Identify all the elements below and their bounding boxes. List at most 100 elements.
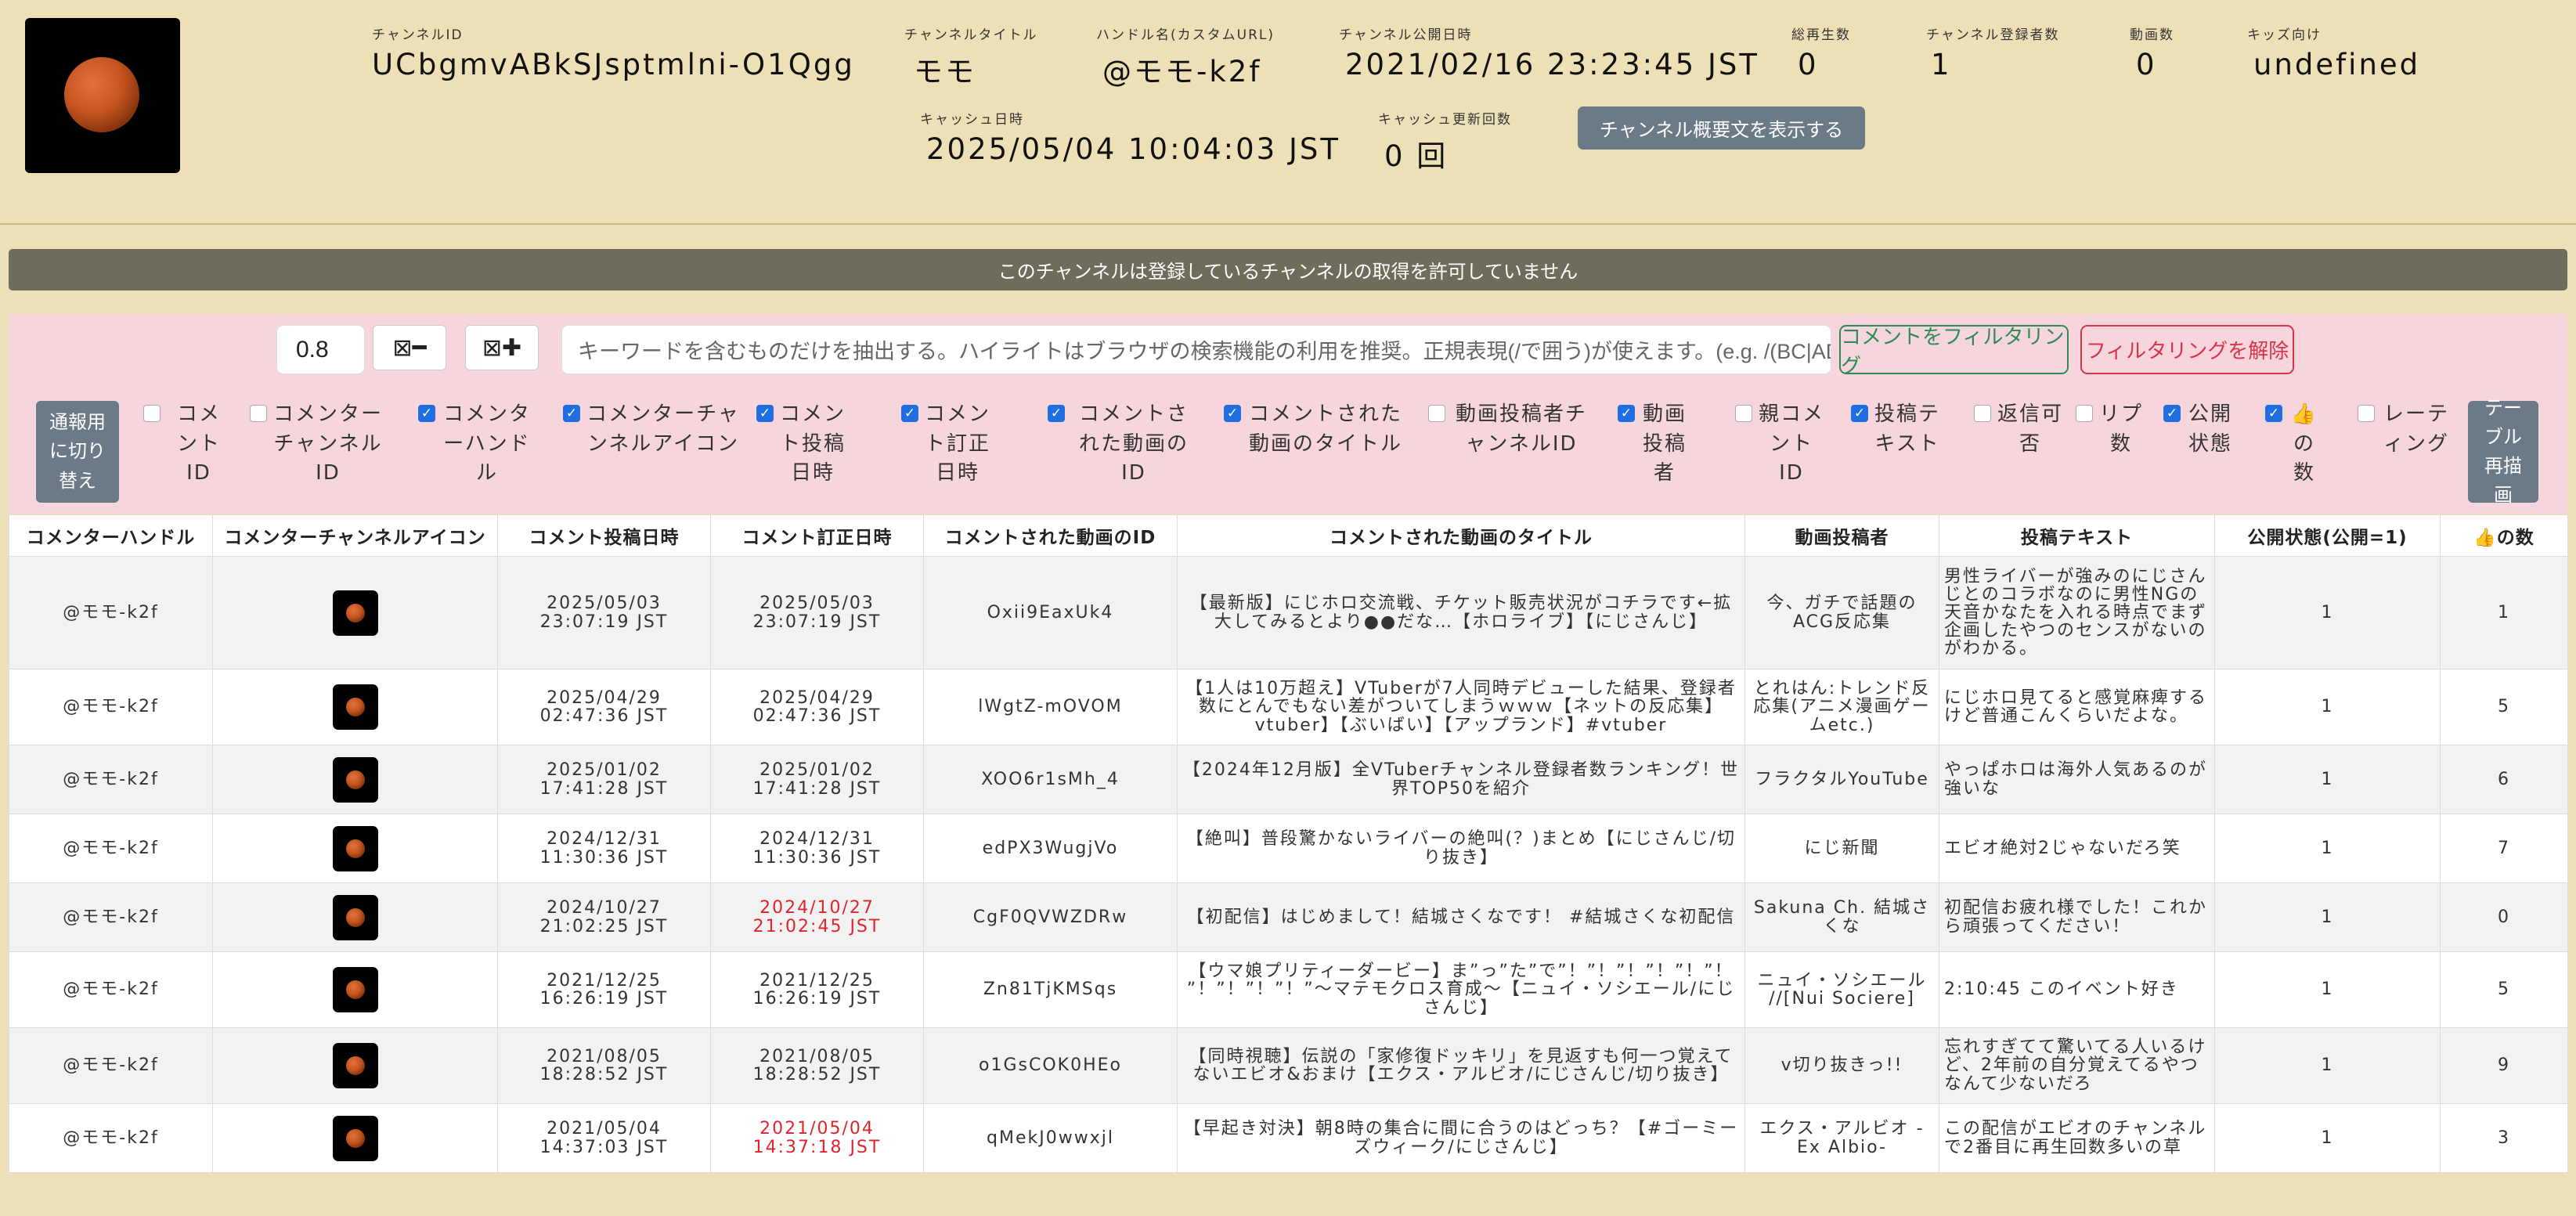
checkbox[interactable]: ✓ [1851,405,1868,422]
show-description-button[interactable]: チャンネル概要文を表示する [1578,106,1865,150]
commenter-handle[interactable]: @モモ-k2f [9,669,213,745]
column-header[interactable]: 👍の数 [2440,514,2568,557]
video-id[interactable]: Oxii9EaxUk4 [923,556,1178,669]
checkbox[interactable]: ✓ [418,405,435,422]
video-title[interactable]: 【初配信】はじめまして！結城さくなです！ #結城さくな初配信 [1177,882,1745,952]
commenter-avatar[interactable] [332,684,378,730]
commenter-handle[interactable]: @モモ-k2f [9,951,213,1028]
video-id[interactable]: CgF0QVWZDRw [923,882,1178,952]
commenter-handle[interactable]: @モモ-k2f [9,556,213,669]
column-toggle-commenter-handle[interactable]: ✓ コメンターハンドル [418,400,532,489]
column-toggle-comment-id[interactable]: コメントID [143,400,231,489]
column-toggle-uploader-channel-id[interactable]: 動画投稿者チャンネルID [1428,400,1591,459]
video-id[interactable]: edPX3WugjVo [923,814,1178,883]
checkbox[interactable]: ✓ [1048,405,1065,422]
uploader[interactable]: エクス・アルビオ -Ex Albio- [1744,1103,1939,1173]
column-toggle-rating[interactable]: レーティング [2358,400,2452,459]
commenter-handle[interactable]: @モモ-k2f [9,814,213,883]
checkbox[interactable] [1735,405,1752,422]
column-toggle-video-id[interactable]: ✓ コメントされた動画のID [1048,400,1196,489]
clear-filter-button[interactable]: フィルタリングを解除 [2080,325,2294,374]
uploader[interactable]: にじ新聞 [1744,814,1939,883]
zoom-input[interactable]: 0.8 [276,325,365,374]
column-toggle-video-title[interactable]: ✓ コメントされた動画のタイトル [1224,400,1404,459]
subscribers-value: 1 [1931,48,1952,81]
uploader[interactable]: フラクタルYouTube [1744,745,1939,814]
checkbox[interactable]: ✓ [2265,405,2282,422]
column-toggle-edited-date[interactable]: ✓ コメント訂正日時 [901,400,990,489]
video-id[interactable]: o1GsCOK0HEo [923,1027,1178,1104]
redraw-table-button[interactable]: テーブル再描画 [2468,397,2538,506]
uploader[interactable]: v切り抜きっ!! [1744,1027,1939,1104]
uploader[interactable]: ニュイ・ソシエール //[Nui Sociere] [1744,951,1939,1028]
checkbox[interactable]: ✓ [1224,405,1241,422]
column-header[interactable]: 動画投稿者 [1744,514,1939,557]
column-toggle-reply-count[interactable]: リプ数 [2076,400,2143,459]
zoom-out-button[interactable]: ⊠━ [373,325,446,370]
commenter-avatar[interactable] [332,1115,378,1161]
commenter-avatar[interactable] [332,590,378,636]
column-toggle-parent-comment-id[interactable]: 親コメントID [1735,400,1824,489]
column-toggle-commenter-channel-id[interactable]: コメンターチャンネルID [250,400,383,489]
column-toggle-public-state[interactable]: ✓ 公開状態 [2163,400,2234,459]
checkbox[interactable] [2076,405,2093,422]
commenter-avatar[interactable] [332,894,378,940]
video-id[interactable]: qMekJ0wwxjl [923,1103,1178,1173]
checkbox[interactable] [2358,405,2375,422]
video-title[interactable]: 【最新版】にじホロ交流戦、チケット販売状況がコチラです←拡大してみるとより●●だ… [1177,556,1745,669]
column-toggle-posted-date[interactable]: ✓ コメント投稿日時 [756,400,846,489]
video-title[interactable]: 【同時視聴】伝説の「家修復ドッキリ」を見返すも何一つ覚えてないエビオ&おまけ【エ… [1177,1027,1745,1104]
video-title[interactable]: 【1人は10万超え】VTuberが7人同時デビューした結果、登録者数にとんでもな… [1177,669,1745,745]
column-toggle-label: 動画投稿者 [1642,402,1687,485]
zoom-in-button[interactable]: ⊠✚ [465,325,539,370]
commenter-avatar[interactable] [332,825,378,871]
video-title[interactable]: 【絶叫】普段驚かないライバーの絶叫(？)まとめ【にじさんじ/切り抜き】 [1177,814,1745,883]
like-count: 5 [2440,951,2568,1028]
keyword-search-input[interactable]: キーワードを含むものだけを抽出する。ハイライトはブラウザの検索機能の利用を推奨。… [561,325,1831,374]
checkbox[interactable] [1974,405,1991,422]
commenter-avatar[interactable] [332,967,378,1012]
column-header[interactable]: コメントされた動画のID [923,514,1178,557]
commenter-avatar[interactable] [332,756,378,803]
checkbox[interactable]: ✓ [1618,405,1635,422]
uploader[interactable]: とれはん:トレンド反応集(アニメ漫画ゲームetc.) [1744,669,1939,745]
uploader[interactable]: Sakuna Ch. 結城さくな [1744,882,1939,952]
column-header[interactable]: コメント投稿日時 [497,514,711,557]
video-title[interactable]: 【ウマ娘プリティーダービー】まˮっˮたˮでˮ！ˮ！ˮ！ˮ！ˮ！ˮ！ˮ！ˮ！ˮ！ˮ… [1177,951,1745,1028]
column-toggle-commenter-icon[interactable]: ✓ コメンターチャンネルアイコン [563,400,740,459]
checkbox[interactable] [1428,405,1445,422]
checkbox[interactable] [250,405,267,422]
column-toggle-uploader[interactable]: ✓ 動画投稿者 [1618,400,1688,489]
video-id[interactable]: Zn81TjKMSqs [923,951,1178,1028]
checkbox[interactable] [143,405,161,422]
filter-comments-button[interactable]: コメントをフィルタリング [1839,325,2069,378]
report-mode-button[interactable]: 通報用に切り替え [36,401,119,503]
column-header[interactable]: 投稿テキスト [1939,514,2215,557]
checkbox[interactable]: ✓ [901,405,918,422]
edited-date: 2021/05/04 14:37:18 JST [710,1103,924,1173]
column-header[interactable]: コメントされた動画のタイトル [1177,514,1745,557]
video-id[interactable]: XOO6r1sMh_4 [923,745,1178,814]
commenter-handle[interactable]: @モモ-k2f [9,745,213,814]
column-header[interactable]: コメンターチャンネルアイコン [212,514,498,557]
commenter-handle[interactable]: @モモ-k2f [9,882,213,952]
column-header[interactable]: コメンターハンドル [9,514,213,557]
checkbox[interactable]: ✓ [756,405,774,422]
column-toggle-post-text[interactable]: ✓ 投稿テキスト [1851,400,1940,459]
moon-image [345,770,365,789]
column-header[interactable]: 公開状態(公開=1) [2214,514,2441,557]
commenter-handle[interactable]: @モモ-k2f [9,1103,213,1173]
video-title[interactable]: 【早起き対決】朝8時の集合に間に合うのはどっち？【#ゴーミーズウィーク/にじさん… [1177,1103,1745,1173]
video-id[interactable]: lWgtZ-mOVOM [923,669,1178,745]
column-toggle-replyable[interactable]: 返信可否 [1974,400,2063,459]
commenter-handle[interactable]: @モモ-k2f [9,1027,213,1104]
commenter-avatar[interactable] [332,1043,378,1088]
uploader[interactable]: 今、ガチで話題のACG反応集 [1744,556,1939,669]
like-count: 9 [2440,1027,2568,1104]
column-toggle-label: 親コメントID [1759,402,1825,485]
video-title[interactable]: 【2024年12月版】全VTuberチャンネル登録者数ランキング！世界TOP50… [1177,745,1745,814]
checkbox[interactable]: ✓ [563,405,580,422]
checkbox[interactable]: ✓ [2163,405,2181,422]
column-toggle-likes[interactable]: ✓ 👍の数 [2265,400,2320,489]
column-header[interactable]: コメント訂正日時 [710,514,924,557]
